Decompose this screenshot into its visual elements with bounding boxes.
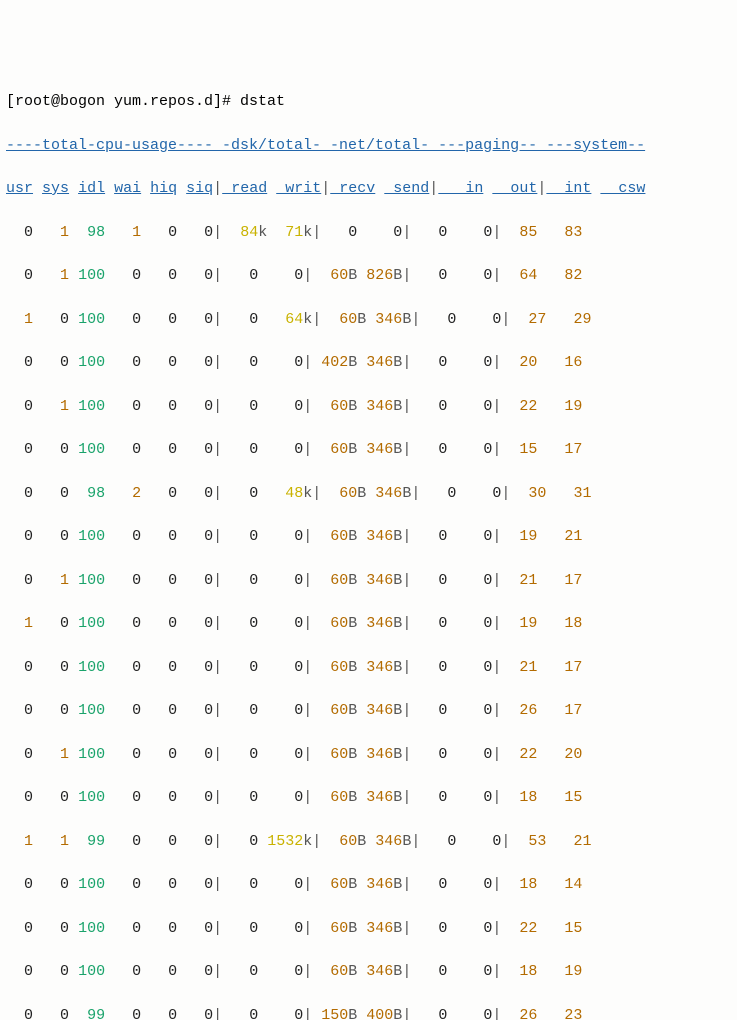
table-row: 0 0 100 0 0 0| 0 0| 60B 346B| 0 0| 15 17 [6,439,731,461]
table-row: 0 0 98 2 0 0| 0 48k| 60B 346B| 0 0| 30 3… [6,483,731,505]
table-row: 0 1 100 0 0 0| 0 0| 60B 346B| 0 0| 22 20 [6,744,731,766]
shell-prompt: [root@bogon yum.repos.d]# dstat [6,93,285,110]
terminal-output: [root@bogon yum.repos.d]# dstat ----tota… [6,91,731,1020]
table-row: 0 1 100 0 0 0| 0 0| 60B 346B| 0 0| 22 19 [6,396,731,418]
table-row: 0 1 98 1 0 0| 84k 71k| 0 0| 0 0| 85 83 [6,222,731,244]
table-row: 0 0 100 0 0 0| 0 0| 60B 346B| 0 0| 18 19 [6,961,731,983]
table-row: 0 0 100 0 0 0| 0 0| 60B 346B| 0 0| 19 21 [6,526,731,548]
table-row: 1 0 100 0 0 0| 0 0| 60B 346B| 0 0| 19 18 [6,613,731,635]
table-row: 0 1 100 0 0 0| 0 0| 60B 826B| 0 0| 64 82 [6,265,731,287]
table-row: 0 0 100 0 0 0| 0 0| 60B 346B| 0 0| 18 15 [6,787,731,809]
table-row: 0 0 100 0 0 0| 0 0| 60B 346B| 0 0| 22 15 [6,918,731,940]
table-row: 0 0 100 0 0 0| 0 0| 60B 346B| 0 0| 21 17 [6,657,731,679]
table-row: 1 1 99 0 0 0| 0 1532k| 60B 346B| 0 0| 53… [6,831,731,853]
table-row: 1 0 100 0 0 0| 0 64k| 60B 346B| 0 0| 27 … [6,309,731,331]
table-row: 0 0 100 0 0 0| 0 0| 60B 346B| 0 0| 18 14 [6,874,731,896]
table-row: 0 0 100 0 0 0| 0 0| 60B 346B| 0 0| 26 17 [6,700,731,722]
table-row: 0 0 99 0 0 0| 0 0| 150B 400B| 0 0| 26 23 [6,1005,731,1020]
table-row: 0 0 100 0 0 0| 0 0| 402B 346B| 0 0| 20 1… [6,352,731,374]
table-row: 0 1 100 0 0 0| 0 0| 60B 346B| 0 0| 21 17 [6,570,731,592]
